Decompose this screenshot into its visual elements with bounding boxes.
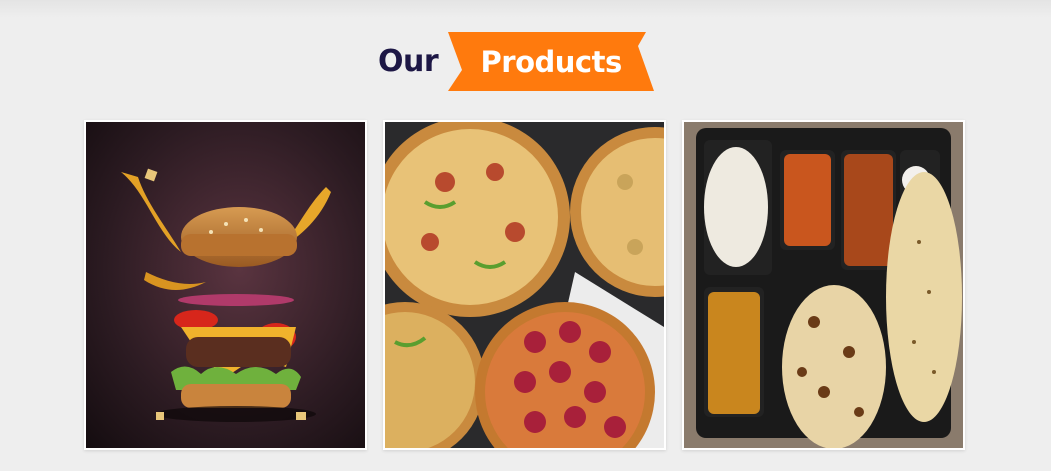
products-section: Our Products [0, 0, 1051, 471]
burger-photo[interactable] [86, 122, 365, 448]
section-heading: Our Products [378, 32, 655, 91]
top-edge-shadow [0, 0, 1051, 18]
heading-word-products: Products [480, 44, 623, 79]
product-card-burger[interactable] [84, 120, 367, 450]
pizza-photo[interactable] [385, 122, 664, 448]
thali-meal-photo[interactable] [684, 122, 963, 448]
product-card-thali[interactable] [682, 120, 965, 450]
heading-word-our: Our [378, 44, 439, 79]
heading-badge: Products [448, 32, 655, 91]
product-card-pizza[interactable] [383, 120, 666, 450]
